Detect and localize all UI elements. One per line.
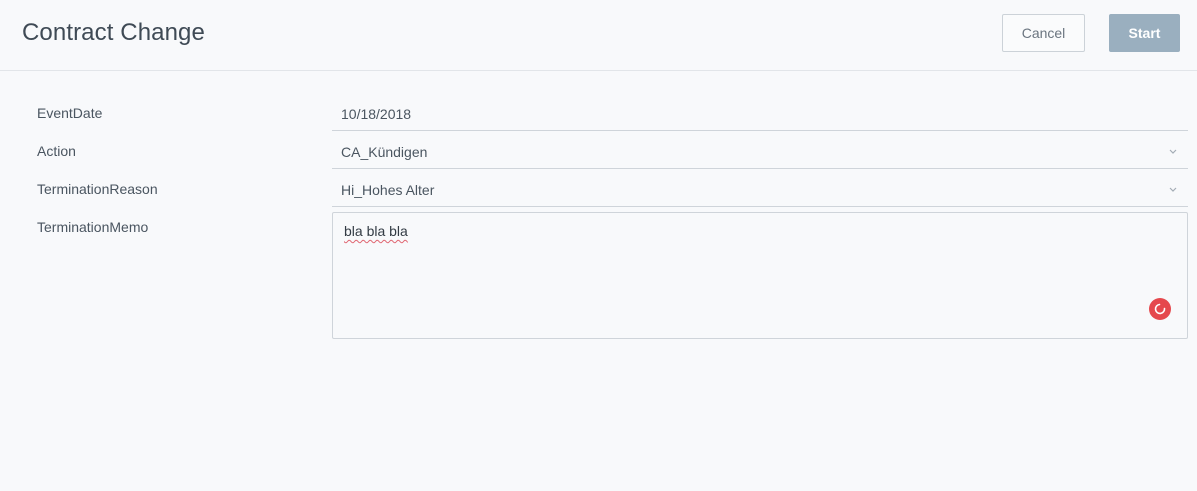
header-bar: Contract Change Cancel Start: [0, 0, 1197, 71]
action-value: CA_Kündigen: [341, 144, 428, 160]
termination-memo-label: TerminationMemo: [37, 219, 149, 235]
chevron-down-icon[interactable]: [1168, 184, 1178, 194]
event-date-value: 10/18/2018: [341, 106, 412, 122]
grammar-checker-icon[interactable]: [1149, 298, 1171, 320]
action-label: Action: [37, 143, 76, 159]
cancel-button[interactable]: Cancel: [1002, 14, 1085, 52]
termination-memo-text: bla bla bla: [344, 223, 408, 239]
termination-memo-textarea[interactable]: bla bla bla: [332, 212, 1188, 339]
termination-reason-value: Hi_Hohes Alter: [341, 182, 435, 198]
chevron-down-icon[interactable]: [1168, 146, 1178, 156]
page-title: Contract Change: [22, 19, 205, 46]
start-button[interactable]: Start: [1109, 14, 1180, 52]
termination-reason-label: TerminationReason: [37, 181, 158, 197]
termination-reason-select[interactable]: Hi_Hohes Alter: [332, 171, 1188, 207]
event-date-label: EventDate: [37, 105, 103, 121]
action-select[interactable]: CA_Kündigen: [332, 133, 1188, 169]
event-date-field[interactable]: 10/18/2018: [332, 95, 1188, 131]
